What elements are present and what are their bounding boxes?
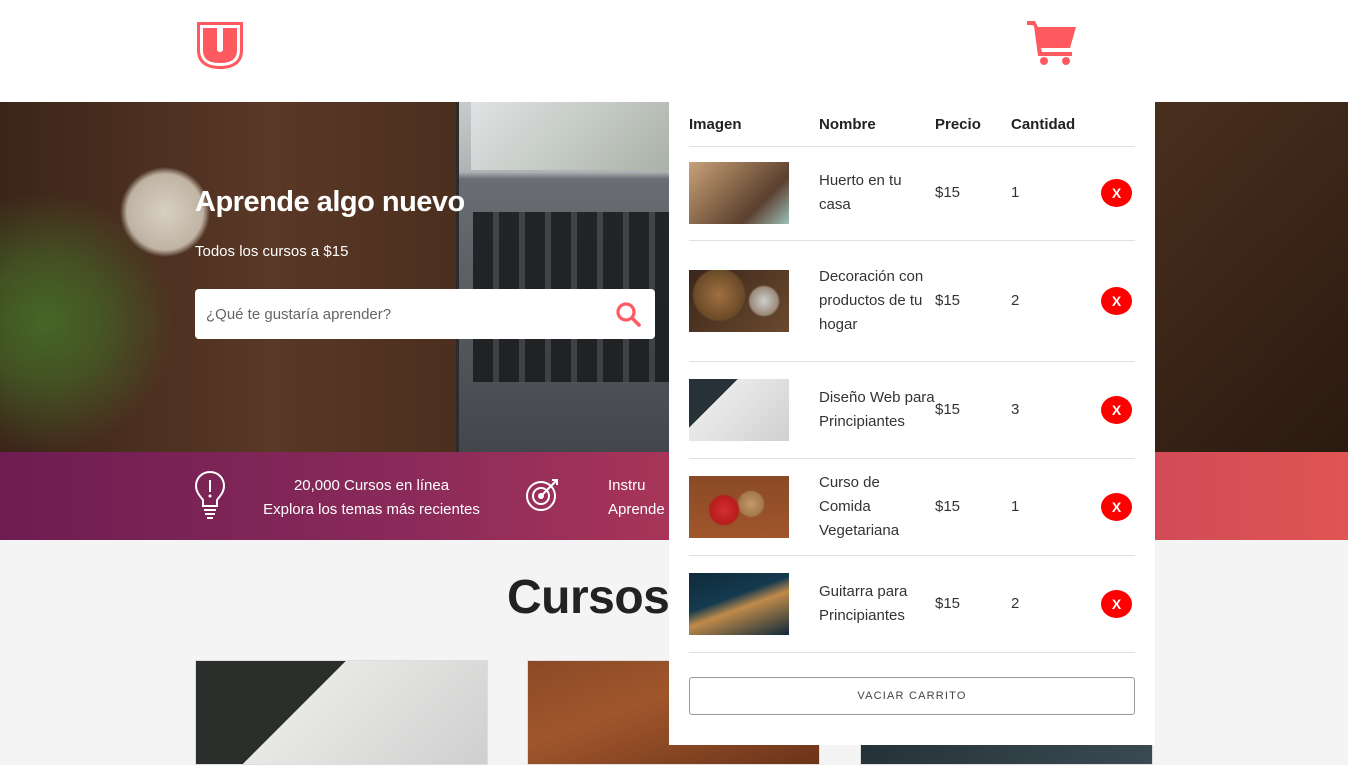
cart-item-price: $15 xyxy=(935,458,1011,556)
university-logo-icon[interactable] xyxy=(195,20,245,70)
shopping-cart-icon[interactable] xyxy=(1026,18,1078,66)
cart-item-qty: 1 xyxy=(1011,146,1101,241)
cart-item-thumbnail xyxy=(689,475,789,538)
hero-laptop-image xyxy=(456,102,686,452)
cart-item-price: $15 xyxy=(935,240,1011,362)
cart-header-qty: Cantidad xyxy=(1011,102,1101,147)
feature-instructors: Instru Aprende xyxy=(608,474,665,522)
cart-item-name: Decoración con productos de tu hogar xyxy=(819,240,935,362)
hero-title: Aprende algo nuevo xyxy=(195,186,465,218)
empty-cart-button[interactable]: VACIAR CARRITO xyxy=(689,677,1135,715)
feature-courses-text: Explora los temas más recientes xyxy=(263,501,480,518)
cart-header-remove xyxy=(1101,102,1135,147)
cart-dropdown: Imagen Nombre Precio Cantidad Huerto en … xyxy=(669,102,1155,745)
search-box xyxy=(195,289,655,339)
search-icon[interactable] xyxy=(615,301,641,327)
cart-row: Huerto en tu casa $15 1 X xyxy=(689,146,1135,241)
feature-instructors-title: Instru xyxy=(608,477,646,494)
cart-item-price: $15 xyxy=(935,146,1011,241)
remove-item-button[interactable]: X xyxy=(1101,179,1132,207)
cart-header-image: Imagen xyxy=(689,102,819,147)
remove-item-button[interactable]: X xyxy=(1101,589,1132,618)
cart-item-qty: 3 xyxy=(1011,361,1101,459)
cart-item-qty: 2 xyxy=(1011,555,1101,653)
cart-item-thumbnail xyxy=(689,572,789,635)
courses-section-title: Cursos xyxy=(507,571,670,624)
hero-subtitle: Todos los cursos a $15 xyxy=(195,243,349,260)
remove-item-button[interactable]: X xyxy=(1101,395,1132,424)
cart-item-qty: 2 xyxy=(1011,240,1101,362)
cart-row: Diseño Web para Principiantes $15 3 X xyxy=(689,361,1135,459)
cart-header-price: Precio xyxy=(935,102,1011,147)
target-icon xyxy=(526,479,558,511)
cart-item-thumbnail xyxy=(689,269,789,332)
cart-header-name: Nombre xyxy=(819,102,935,147)
feature-courses-title: 20,000 Cursos en línea xyxy=(293,477,450,494)
cart-item-name: Huerto en tu casa xyxy=(819,146,935,241)
cart-item-thumbnail xyxy=(689,162,789,224)
cart-row: Guitarra para Principiantes $15 2 X xyxy=(689,555,1135,653)
cart-item-thumbnail xyxy=(689,378,789,441)
lightbulb-icon xyxy=(194,470,226,519)
feature-instructors-text: Aprende xyxy=(608,501,665,518)
site-header xyxy=(0,0,1348,102)
cart-header-row: Imagen Nombre Precio Cantidad xyxy=(689,102,1135,147)
cart-item-name: Curso de Comida Vegetariana xyxy=(819,458,935,556)
cart-row: Curso de Comida Vegetariana $15 1 X xyxy=(689,458,1135,556)
course-card-image[interactable] xyxy=(195,660,488,765)
cart-item-name: Diseño Web para Principiantes xyxy=(819,361,935,459)
cart-item-price: $15 xyxy=(935,361,1011,459)
remove-item-button[interactable]: X xyxy=(1101,286,1132,315)
feature-courses: 20,000 Cursos en línea Explora los temas… xyxy=(250,474,493,522)
search-input[interactable] xyxy=(195,289,595,339)
hero-background-image xyxy=(1155,102,1348,452)
cart-item-name: Guitarra para Principiantes xyxy=(819,555,935,653)
cart-row: Decoración con productos de tu hogar $15… xyxy=(689,240,1135,362)
cart-item-price: $15 xyxy=(935,555,1011,653)
cart-table: Imagen Nombre Precio Cantidad Huerto en … xyxy=(689,102,1135,653)
cart-item-qty: 1 xyxy=(1011,458,1101,556)
remove-item-button[interactable]: X xyxy=(1101,492,1132,521)
